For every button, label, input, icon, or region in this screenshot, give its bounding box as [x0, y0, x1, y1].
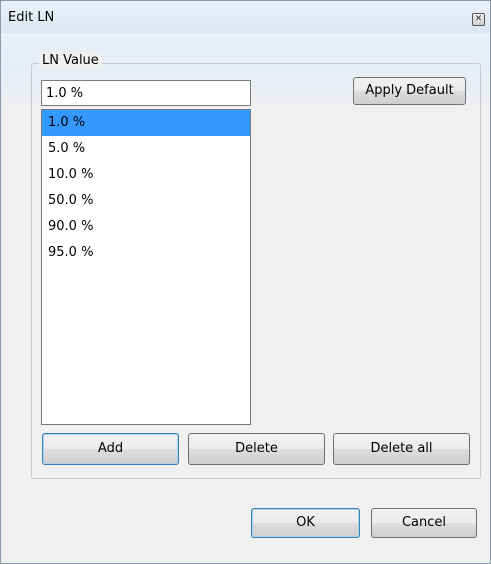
title-bar: Edit LN ✕: [1, 1, 490, 33]
cancel-button[interactable]: Cancel: [371, 508, 477, 538]
window-title: Edit LN: [8, 10, 55, 25]
add-button[interactable]: Add: [42, 433, 179, 465]
list-item[interactable]: 90.0 %: [42, 214, 250, 240]
list-item[interactable]: 50.0 %: [42, 188, 250, 214]
list-item[interactable]: 5.0 %: [42, 136, 250, 162]
delete-all-button[interactable]: Delete all: [333, 433, 470, 465]
ok-button[interactable]: OK: [251, 508, 360, 538]
list-item[interactable]: 1.0 %: [42, 110, 250, 136]
list-item[interactable]: 10.0 %: [42, 162, 250, 188]
ln-value-input[interactable]: [41, 80, 251, 106]
close-icon[interactable]: ✕: [472, 13, 485, 26]
list-item[interactable]: 95.0 %: [42, 240, 250, 266]
apply-default-button[interactable]: Apply Default: [353, 77, 466, 105]
ln-value-list[interactable]: 1.0 % 5.0 % 10.0 % 50.0 % 90.0 % 95.0 %: [41, 109, 251, 425]
group-label: LN Value: [39, 53, 102, 68]
delete-button[interactable]: Delete: [188, 433, 325, 465]
